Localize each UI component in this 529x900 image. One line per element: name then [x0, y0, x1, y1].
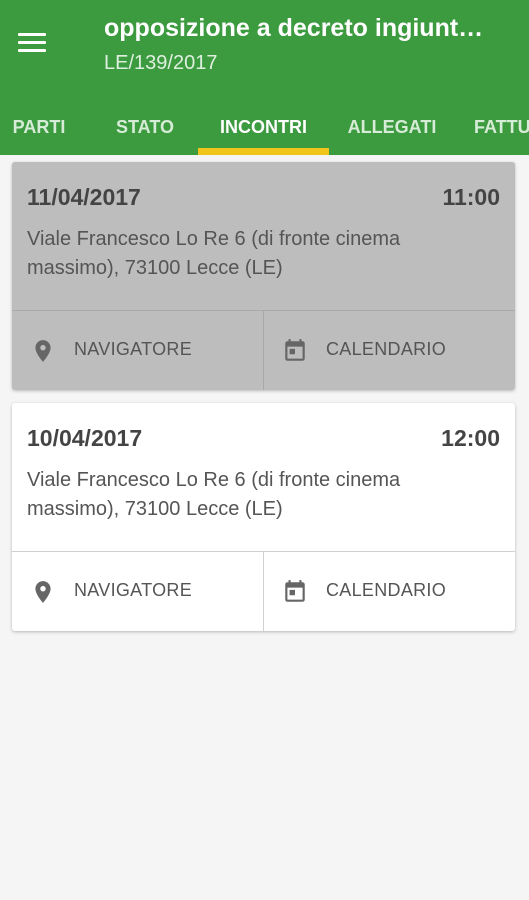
meeting-date: 10/04/2017 [27, 425, 143, 451]
meeting-address: Viale Francesco Lo Re 6 (di fronte cinem… [27, 469, 401, 520]
calendar-button[interactable]: CALENDARIO [264, 311, 515, 390]
navigator-button[interactable]: NAVIGATORE [12, 311, 263, 390]
meeting-card[interactable]: 10/04/2017 12:00 Viale Francesco Lo Re 6… [12, 403, 515, 631]
tab-stato[interactable]: STATO [100, 100, 190, 155]
menu-icon[interactable] [12, 26, 52, 58]
meeting-time: 11:00 [442, 184, 500, 210]
calendar-icon [285, 339, 305, 361]
navigator-label: NAVIGATORE [74, 339, 193, 359]
page-subtitle: LE/139/2017 [104, 52, 218, 74]
app-bar: opposizione a decreto ingiunt… LE/139/20… [0, 0, 529, 155]
navigator-label: NAVIGATORE [74, 580, 193, 600]
meeting-date: 11/04/2017 [27, 184, 141, 210]
meeting-card[interactable]: 11/04/2017 11:00 Viale Francesco Lo Re 6… [12, 162, 515, 390]
meeting-time: 12:00 [441, 425, 500, 451]
tab-incontri[interactable]: INCONTRI [198, 100, 329, 155]
tab-fatture[interactable]: FATTU [474, 100, 529, 155]
calendar-label: CALENDARIO [326, 339, 447, 359]
tab-allegati[interactable]: ALLEGATI [336, 100, 448, 155]
tab-indicator [198, 148, 329, 155]
calendar-label: CALENDARIO [326, 580, 447, 600]
location-pin-icon [35, 581, 51, 603]
location-pin-icon [35, 340, 51, 362]
navigator-button[interactable]: NAVIGATORE [12, 552, 263, 631]
tab-bar: PARTI STATO INCONTRI ALLEGATI FATTU [0, 100, 529, 155]
calendar-icon [285, 580, 305, 602]
meeting-address: Viale Francesco Lo Re 6 (di fronte cinem… [27, 228, 401, 279]
tab-parti[interactable]: PARTI [0, 100, 78, 155]
page-title: opposizione a decreto ingiunt… [104, 14, 484, 42]
calendar-button[interactable]: CALENDARIO [264, 552, 515, 631]
